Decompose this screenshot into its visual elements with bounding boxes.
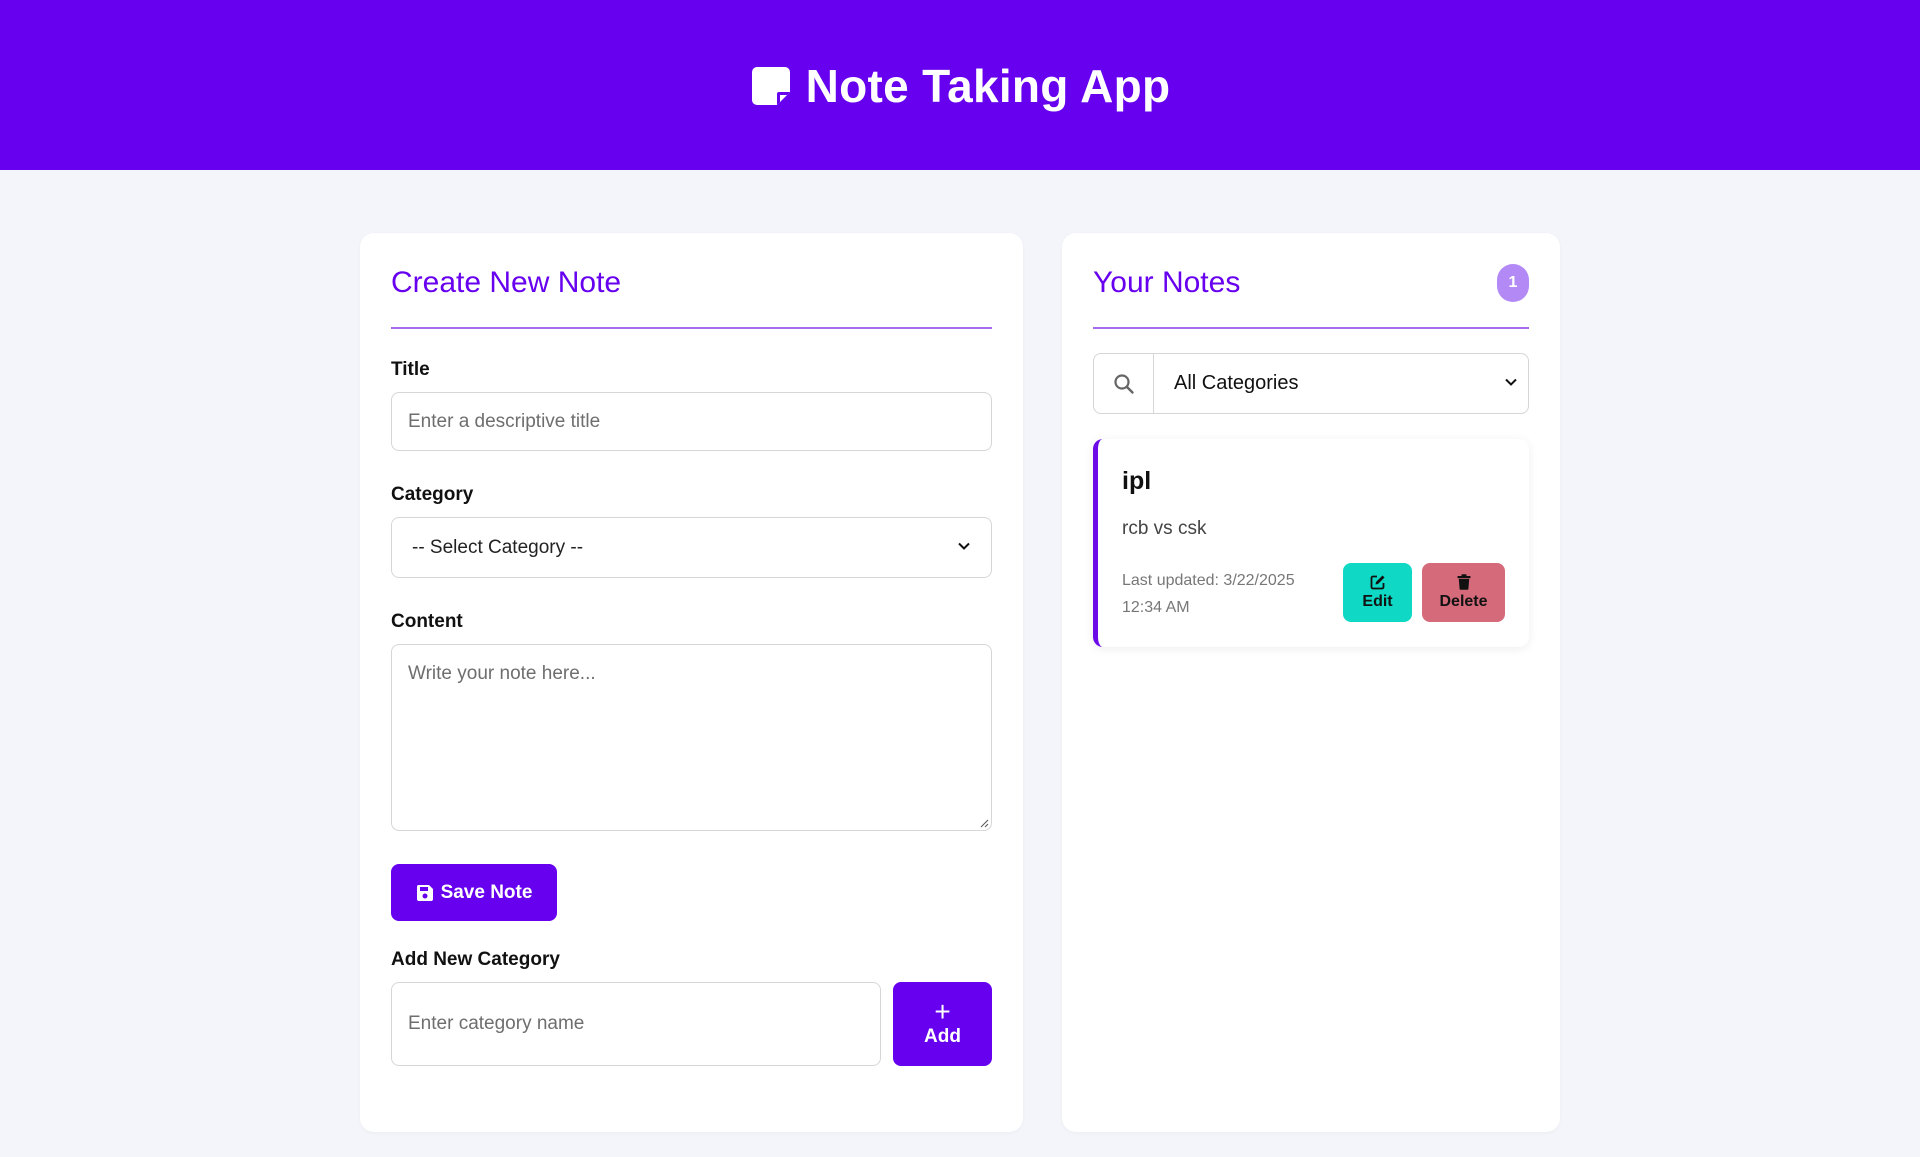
trash-icon xyxy=(1457,574,1470,590)
edit-icon xyxy=(1370,575,1384,590)
new-category-row: + Add xyxy=(391,982,992,1066)
category-select[interactable]: -- Select Category -- xyxy=(391,517,992,578)
content-label: Content xyxy=(391,611,463,632)
delete-note-button[interactable]: Delete xyxy=(1422,563,1505,622)
content-textarea[interactable] xyxy=(391,644,992,831)
edit-label: Edit xyxy=(1362,593,1393,610)
create-note-card: Create New Note Title Category -- Select… xyxy=(360,233,1023,1132)
edit-note-button[interactable]: Edit xyxy=(1343,563,1412,622)
notes-card: Your Notes 1 All Categories ipl rcb vs c… xyxy=(1062,233,1560,1132)
category-select-value: -- Select Category -- xyxy=(412,536,584,558)
notes-filter-row: All Categories xyxy=(1093,353,1529,414)
title-input[interactable] xyxy=(391,392,992,451)
app-header: Note Taking App xyxy=(0,0,1920,170)
note-timestamp: Last updated: 3/22/2025 12:34 AM xyxy=(1122,567,1322,621)
save-note-button[interactable]: Save Note xyxy=(391,864,557,921)
app-title: Note Taking App xyxy=(805,60,1171,112)
category-label: Category xyxy=(391,484,474,505)
resize-grip-icon[interactable] xyxy=(979,818,989,828)
delete-label: Delete xyxy=(1439,593,1488,610)
new-category-input[interactable] xyxy=(391,982,881,1066)
note-actions: Edit Delete xyxy=(1343,563,1505,622)
note-updated-line2: 12:34 AM xyxy=(1122,599,1190,616)
add-category-label: Add xyxy=(924,1026,961,1047)
search-icon xyxy=(1113,373,1134,394)
plus-icon: + xyxy=(934,996,951,1027)
new-category-label: Add New Category xyxy=(391,949,560,970)
category-filter-select[interactable]: All Categories xyxy=(1154,353,1529,414)
sticky-note-icon xyxy=(750,65,792,107)
note-title: ipl xyxy=(1122,467,1152,495)
add-category-button[interactable]: + Add xyxy=(893,982,992,1066)
create-note-header: Create New Note xyxy=(391,233,992,329)
note-content: rcb vs csk xyxy=(1122,518,1207,539)
notes-count-badge: 1 xyxy=(1497,264,1529,302)
create-note-heading: Create New Note xyxy=(391,266,622,299)
chevron-down-icon xyxy=(1504,372,1518,395)
note-updated-line1: Last updated: 3/22/2025 xyxy=(1122,572,1295,589)
title-label: Title xyxy=(391,359,430,380)
save-note-label: Save Note xyxy=(440,881,533,903)
notes-heading: Your Notes xyxy=(1093,266,1241,299)
note-card: ipl rcb vs csk Last updated: 3/22/2025 1… xyxy=(1093,439,1529,647)
floppy-disk-icon xyxy=(416,884,433,901)
search-button[interactable] xyxy=(1093,353,1154,414)
chevron-down-icon xyxy=(957,537,971,559)
content-textarea-wrap xyxy=(391,644,992,831)
category-filter-value: All Categories xyxy=(1174,372,1299,394)
notes-header: Your Notes 1 xyxy=(1093,233,1529,329)
